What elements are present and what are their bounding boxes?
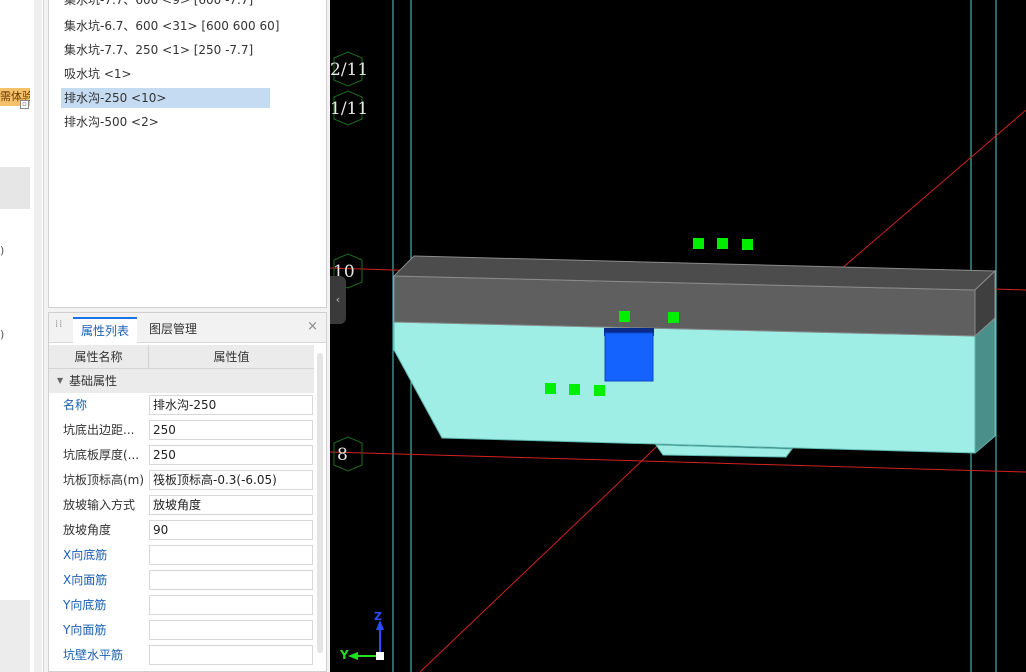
property-name: 放坡角度 bbox=[63, 523, 112, 537]
drag-grip-icon[interactable]: ⁞⁞ bbox=[55, 320, 63, 335]
collapse-panel-handle[interactable]: ‹ bbox=[330, 276, 346, 324]
header-property-value: 属性值 bbox=[213, 350, 250, 364]
property-group-basic[interactable]: ▼ 基础属性 bbox=[49, 369, 314, 393]
property-row[interactable]: Y向底筋 bbox=[49, 593, 314, 618]
property-value-field[interactable]: 排水沟-250 bbox=[149, 395, 313, 415]
gizmo-y-arrow bbox=[348, 652, 358, 660]
group-label: 基础属性 bbox=[69, 374, 118, 388]
property-value-field[interactable] bbox=[149, 545, 313, 565]
list-item[interactable]: 集水坑-7.7、600 <9> [600 -7.7] bbox=[61, 0, 256, 10]
property-value-field[interactable] bbox=[149, 570, 313, 590]
strip-bottom-area bbox=[0, 600, 30, 672]
property-name: 名称 bbox=[63, 398, 88, 412]
close-icon[interactable]: × bbox=[307, 320, 318, 334]
property-name: 坑壁水平筋 bbox=[63, 648, 124, 662]
strip-active-item[interactable] bbox=[0, 167, 30, 209]
property-row[interactable]: 坑底出边距... 250 bbox=[49, 418, 314, 443]
property-row[interactable]: 坑壁水平筋 bbox=[49, 643, 314, 668]
3d-viewport[interactable]: 2/11 1/11 10 8 Z Y bbox=[330, 0, 1026, 672]
property-value-field[interactable] bbox=[149, 645, 313, 665]
gizmo-y-label: Y bbox=[340, 648, 349, 662]
property-value-field[interactable]: 90 bbox=[149, 520, 313, 540]
property-name: 坑底板厚度(... bbox=[63, 448, 140, 462]
property-name: Y向底筋 bbox=[63, 598, 107, 612]
property-panel: ⁞⁞ 属性列表 图层管理 × 属性名称 属性值 ▼ 基础属性 名称 排水沟-250… bbox=[48, 312, 327, 672]
gizmo-origin bbox=[376, 652, 384, 660]
property-row[interactable]: X向面筋 bbox=[49, 568, 314, 593]
panel-tab-bar: ⁞⁞ 属性列表 图层管理 × bbox=[49, 313, 326, 343]
property-value-field[interactable]: 筏板顶标高-0.3(-6.05) bbox=[149, 470, 313, 490]
grip-point bbox=[569, 384, 580, 395]
axis-label: 1/11 bbox=[330, 99, 369, 119]
property-value-field[interactable] bbox=[149, 595, 313, 615]
caret-down-icon[interactable]: ▼ bbox=[57, 369, 63, 393]
list-item[interactable]: 集水坑-7.7、250 <1> [250 -7.7] bbox=[61, 40, 256, 60]
grip-point bbox=[594, 385, 605, 396]
property-value-field[interactable] bbox=[149, 620, 313, 640]
property-name: 放坡输入方式 bbox=[63, 498, 136, 512]
component-list-panel: 集水坑-7.7、600 <9> [600 -7.7] 集水坑-6.7、600 <… bbox=[48, 0, 327, 308]
property-row[interactable]: 名称 排水沟-250 bbox=[49, 393, 314, 418]
opening-block bbox=[604, 332, 654, 382]
list-item[interactable]: 吸水坑 <1> bbox=[61, 64, 135, 84]
strip-mark: ) bbox=[0, 244, 5, 257]
list-item-selected[interactable]: 排水沟-250 <10> bbox=[61, 88, 270, 108]
property-row[interactable]: X向底筋 bbox=[49, 543, 314, 568]
badge-close-icon[interactable]: ▫ bbox=[20, 100, 29, 109]
property-value-field[interactable]: 250 bbox=[149, 420, 313, 440]
pit-side-face bbox=[974, 316, 996, 455]
grip-point bbox=[668, 312, 679, 323]
property-value-field[interactable]: 250 bbox=[149, 445, 313, 465]
header-property-name: 属性名称 bbox=[49, 345, 149, 369]
property-row[interactable]: 坑板顶标高(m) 筏板顶标高-0.3(-6.05) bbox=[49, 468, 314, 493]
property-row[interactable]: 放坡角度 90 bbox=[49, 518, 314, 543]
grip-point bbox=[742, 239, 753, 250]
grip-point bbox=[693, 238, 704, 249]
axis-label: 8 bbox=[337, 445, 348, 465]
property-scrollbar[interactable] bbox=[317, 353, 323, 653]
pit-body bbox=[393, 321, 976, 454]
grip-point bbox=[545, 383, 556, 394]
property-row[interactable]: 放坡输入方式 放坡角度 bbox=[49, 493, 314, 518]
grip-point bbox=[717, 238, 728, 249]
property-value-field[interactable]: 放坡角度 bbox=[149, 495, 313, 515]
list-item[interactable]: 排水沟-500 <2> bbox=[61, 112, 162, 132]
property-row[interactable]: Y向面筋 bbox=[49, 618, 314, 643]
strip-mark: ) bbox=[0, 328, 5, 341]
property-row[interactable]: 坑底板厚度(... 250 bbox=[49, 443, 314, 468]
property-name: Y向面筋 bbox=[63, 623, 107, 637]
gizmo-z-label: Z bbox=[374, 610, 382, 623]
property-name: X向底筋 bbox=[63, 548, 108, 562]
strip-scrollbar[interactable] bbox=[34, 0, 42, 672]
property-name: 坑底出边距... bbox=[63, 423, 135, 437]
list-item[interactable]: 集水坑-6.7、600 <31> [600 600 60] bbox=[61, 16, 282, 36]
model-canvas[interactable] bbox=[330, 0, 1026, 672]
grip-point bbox=[619, 311, 630, 322]
tab-property-list[interactable]: 属性列表 bbox=[73, 317, 138, 343]
property-table-header: 属性名称 属性值 bbox=[49, 345, 314, 369]
axis-label: 2/11 bbox=[330, 60, 369, 80]
red-axis-line bbox=[839, 109, 1026, 271]
property-name: 坑板顶标高(m) bbox=[63, 473, 145, 487]
tab-layer-management[interactable]: 图层管理 bbox=[141, 317, 205, 343]
property-name: X向面筋 bbox=[63, 573, 108, 587]
